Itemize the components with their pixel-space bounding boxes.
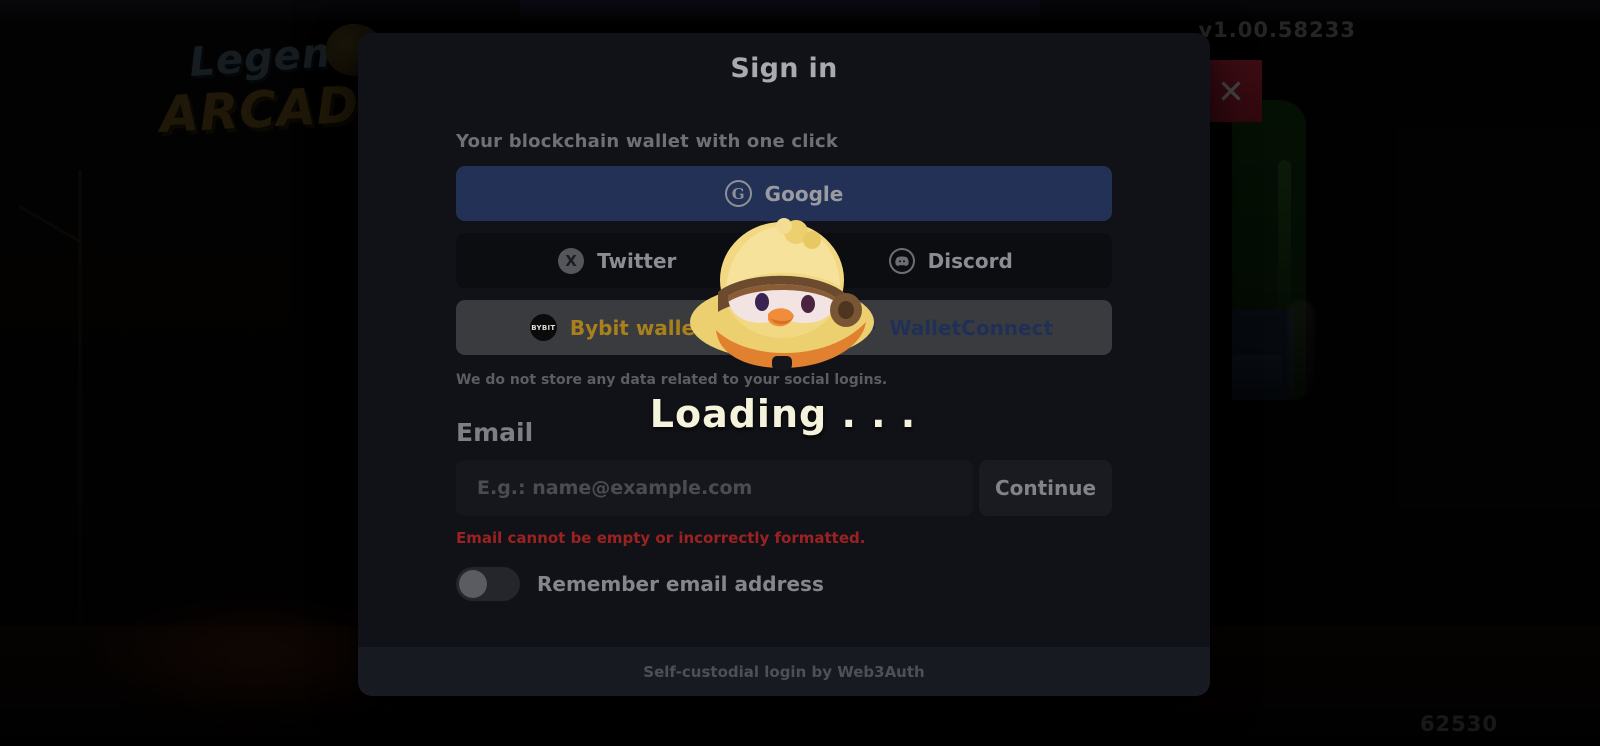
bybit-wallet-label: Bybit wallet xyxy=(569,315,705,340)
modal-body: Sign in Your blockchain wallet with one … xyxy=(358,33,1210,647)
privacy-note: We do not store any data related to your… xyxy=(456,372,888,388)
twitter-login-button[interactable]: X Twitter xyxy=(456,233,779,288)
walletconnect-label: WalletConnect xyxy=(889,315,1054,340)
modal-title: Sign in xyxy=(730,53,838,84)
google-icon: G xyxy=(724,180,752,207)
wallet-button-row: BYBIT Bybit wallet WalletConnect xyxy=(456,300,1112,355)
walletconnect-button[interactable]: WalletConnect xyxy=(789,300,1112,355)
email-error-message: Email cannot be empty or incorrectly for… xyxy=(456,529,866,547)
discord-login-button[interactable]: Discord xyxy=(789,233,1112,288)
email-input[interactable] xyxy=(456,460,973,516)
toggle-knob xyxy=(459,570,487,598)
email-label: Email xyxy=(456,418,534,447)
google-login-label: Google xyxy=(764,181,844,206)
google-login-button[interactable]: G Google xyxy=(456,166,1112,221)
remember-email-row: Remember email address xyxy=(456,567,1112,601)
twitter-x-icon: X xyxy=(558,247,585,274)
twitter-login-label: Twitter xyxy=(597,248,677,273)
remember-email-toggle[interactable] xyxy=(456,567,520,601)
walletconnect-icon xyxy=(848,319,876,337)
discord-login-label: Discord xyxy=(927,248,1013,273)
signin-modal: Sign in Your blockchain wallet with one … xyxy=(358,33,1210,696)
modal-footer: Self-custodial login by Web3Auth xyxy=(358,647,1210,696)
footer-text: Self-custodial login by Web3Auth xyxy=(643,662,925,681)
email-row: Continue xyxy=(456,460,1112,516)
discord-icon xyxy=(888,247,915,274)
wallet-section-label: Your blockchain wallet with one click xyxy=(456,131,839,152)
bybit-icon: BYBIT xyxy=(529,314,557,341)
continue-button[interactable]: Continue xyxy=(979,460,1112,516)
remember-email-label: Remember email address xyxy=(537,572,824,596)
social-button-row: X Twitter Discord xyxy=(456,233,1112,288)
bybit-wallet-button[interactable]: BYBIT Bybit wallet xyxy=(456,300,779,355)
